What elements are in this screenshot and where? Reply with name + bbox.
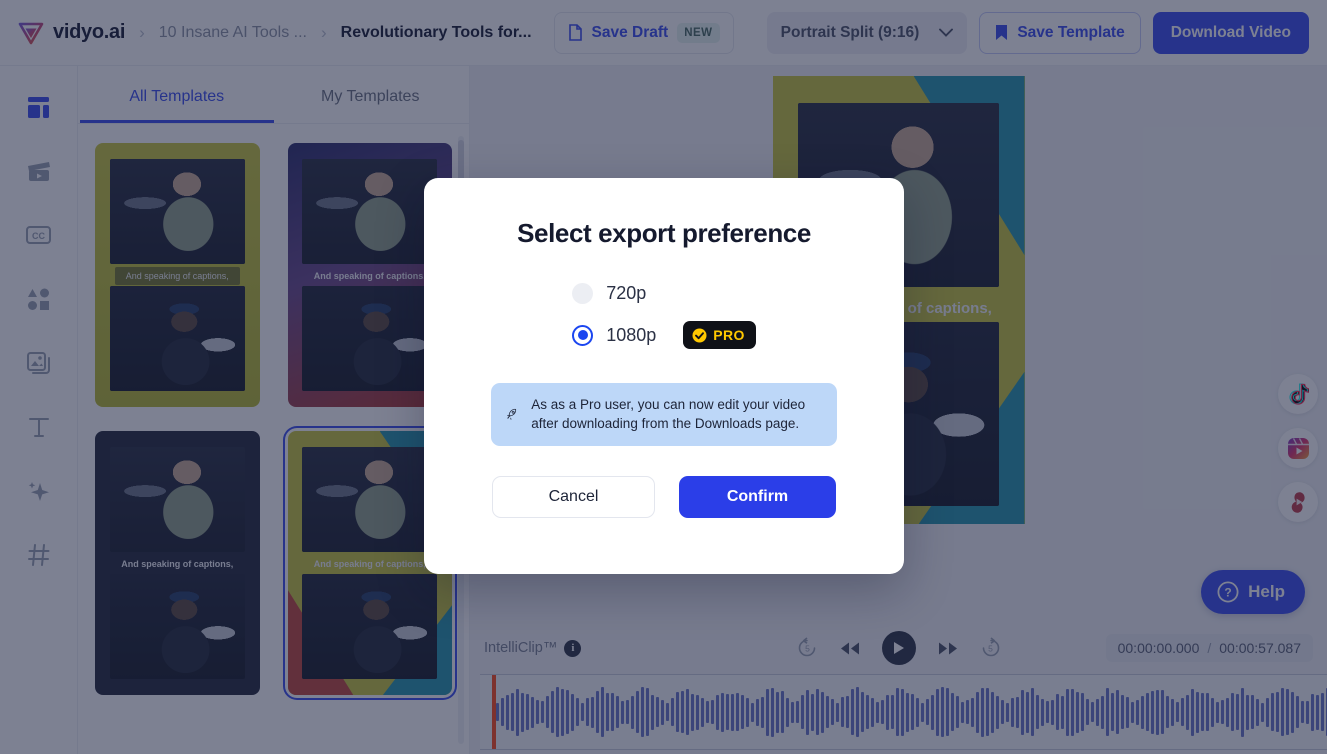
dialog-title: Select export preference bbox=[517, 218, 811, 248]
rocket-icon bbox=[507, 409, 517, 420]
pro-notice-banner: As as a Pro user, you can now edit your … bbox=[491, 383, 837, 447]
cancel-button[interactable]: Cancel bbox=[492, 476, 655, 519]
dialog-actions: Cancel Confirm bbox=[492, 476, 836, 519]
export-preference-dialog: Select export preference 720p 1080p PRO bbox=[424, 178, 904, 574]
pro-notice-text: As as a Pro user, you can now edit your … bbox=[531, 397, 806, 431]
resolution-options: 720p 1080p PRO bbox=[572, 283, 756, 349]
radio-720p[interactable] bbox=[572, 283, 594, 304]
pro-badge-label: PRO bbox=[713, 327, 745, 343]
app-root: vidyo.ai › 10 Insane AI Tools ... › Revo… bbox=[0, 0, 1327, 754]
option-720p-label: 720p bbox=[606, 283, 647, 303]
check-circle-icon bbox=[692, 328, 707, 342]
option-1080p-label: 1080p bbox=[606, 324, 657, 345]
radio-1080p[interactable] bbox=[572, 324, 594, 346]
option-720p[interactable]: 720p bbox=[572, 283, 646, 304]
option-1080p[interactable]: 1080p PRO bbox=[572, 321, 756, 349]
pro-badge: PRO bbox=[683, 321, 756, 349]
confirm-button[interactable]: Confirm bbox=[679, 476, 836, 519]
